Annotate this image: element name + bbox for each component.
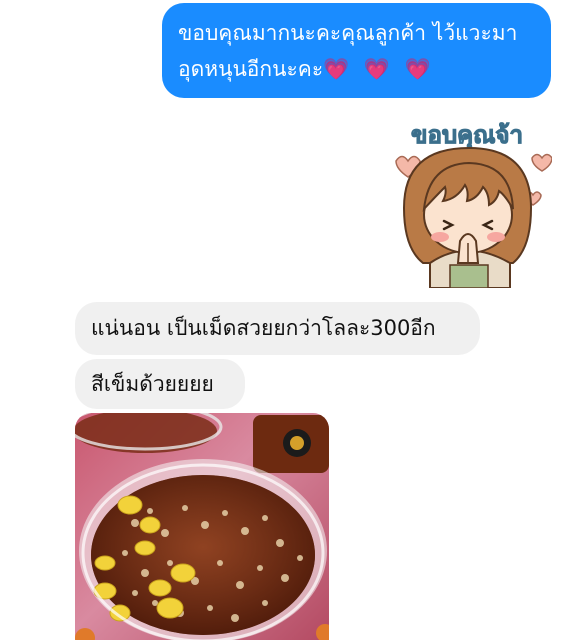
photo-message[interactable] [75,413,329,640]
dessert-photo-icon [75,413,329,640]
incoming-message-bubble[interactable]: สีเข็มด้วยยยย [75,359,245,409]
sticker-caption: ขอบคุณจ้า [411,121,523,151]
outgoing-message-text: อุดหนุนอีกนะคะ [178,57,324,81]
outgoing-message-line-1: ขอบคุณมากนะคะคุณลูกค้า ไว้แวะมา [178,21,518,45]
thank-you-girl-sticker-icon: ขอบคุณจ้า [395,121,553,289]
thank-you-sticker[interactable]: ขอบคุณจ้า [382,113,553,289]
heart-emoji-icon: 💗 💗 💗 [323,57,435,81]
outgoing-message-bubble[interactable]: ขอบคุณมากนะคะคุณลูกค้า ไว้แวะมา อุดหนุนอ… [162,3,551,98]
incoming-message-bubble[interactable]: แน่นอน เป็นเม็ดสวยยกว่าโลละ300อีก [75,302,480,355]
outgoing-message-line-2: อุดหนุนอีกนะคะ💗 💗 💗 [178,51,537,87]
